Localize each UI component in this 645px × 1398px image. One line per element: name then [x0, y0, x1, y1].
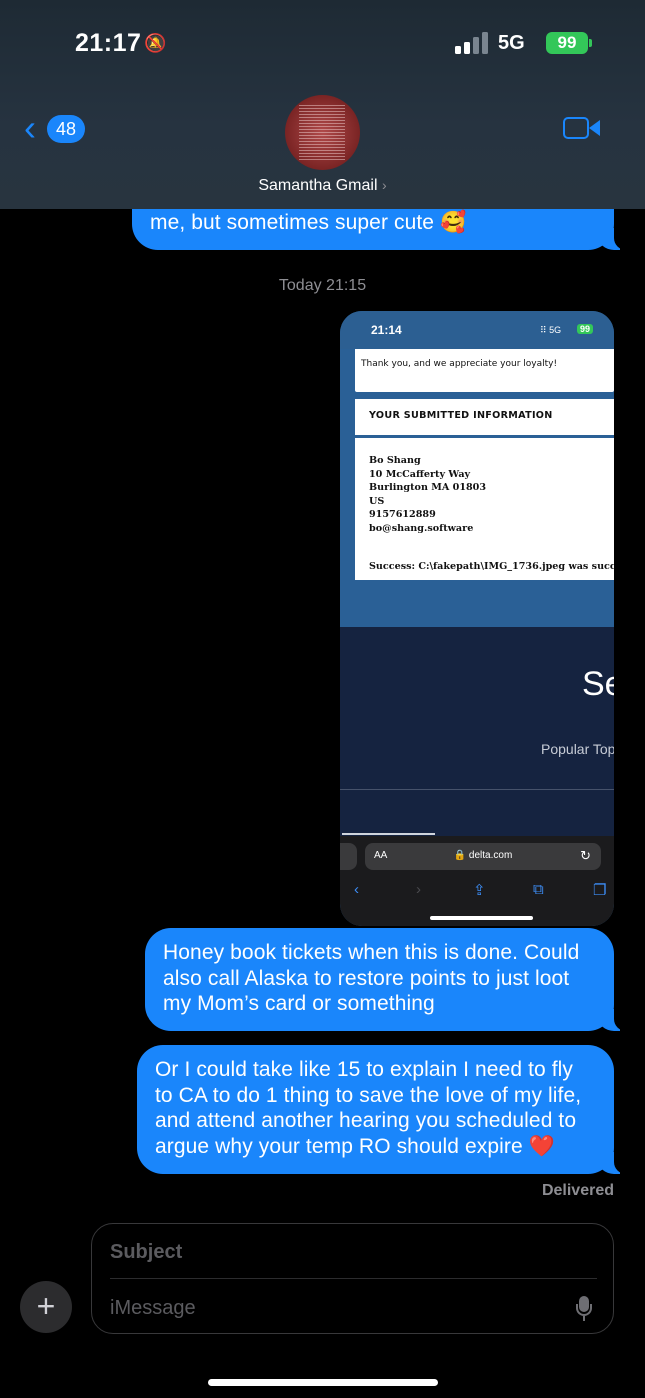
- back-arrow-icon: ‹: [354, 881, 359, 898]
- subject-field[interactable]: Subject: [110, 1241, 182, 1264]
- message-text: Honey book tickets when this is done. Co…: [163, 941, 580, 1015]
- cellular-signal-icon: [455, 32, 488, 54]
- url-bar: AA 🔒 delta.com ↻: [365, 843, 601, 870]
- divider: [110, 1278, 597, 1279]
- submitted-info-card: Bo Shang 10 McCafferty Way Burlington MA…: [355, 438, 614, 580]
- unread-count-badge[interactable]: 48: [47, 115, 85, 143]
- tabs-icon: ❐: [593, 882, 607, 899]
- battery-icon: 99: [546, 32, 588, 54]
- network-type: 5G: [498, 32, 525, 54]
- microphone-icon[interactable]: [576, 1296, 592, 1322]
- status-time: 21:17: [75, 29, 142, 57]
- address-block: Bo Shang 10 McCafferty Way Burlington MA…: [369, 455, 487, 534]
- message-bubble[interactable]: Honey book tickets when this is done. Co…: [145, 928, 632, 1031]
- thank-you-card: Thank you, and we appreciate your loyalt…: [355, 349, 614, 392]
- conversation-header: 21:17 🔕 5G 99 ‹ 48 Samantha Gmail ›: [0, 0, 645, 209]
- forward-arrow-icon: ›: [416, 881, 421, 898]
- home-indicator[interactable]: [208, 1379, 438, 1386]
- add-attachment-button[interactable]: +: [20, 1281, 72, 1333]
- share-icon: ⇪: [473, 882, 486, 899]
- contact-name[interactable]: Samantha Gmail ›: [0, 177, 645, 195]
- attachment-status-bar: 21:14 ⠿ 5G 99: [340, 311, 614, 349]
- silent-bell-icon: 🔕: [144, 33, 167, 53]
- message-bubble[interactable]: Or I could take like 15 to explain I nee…: [137, 1045, 632, 1174]
- bookmarks-icon: ⧉: [533, 881, 544, 898]
- message-composer[interactable]: Subject iMessage: [91, 1223, 614, 1334]
- chevron-right-icon: ›: [381, 177, 387, 193]
- success-message: Success: C:\fakepath\IMG_1736.jpeg was s…: [369, 561, 614, 572]
- message-text: Or I could take like 15 to explain I nee…: [155, 1058, 582, 1158]
- message-input[interactable]: iMessage: [110, 1297, 196, 1320]
- search-section: Se Popular Top: [340, 627, 614, 842]
- browser-toolbar: AA 🔒 delta.com ↻ ‹ › ⇪ ⧉ ❐: [340, 836, 614, 926]
- avatar[interactable]: [285, 95, 360, 170]
- reload-icon: ↻: [580, 848, 591, 863]
- message-timestamp: Today 21:15: [278, 277, 367, 294]
- video-call-icon[interactable]: [563, 115, 600, 141]
- conversation-thread[interactable]: me, but sometimes super cute 🥰 Today 21:…: [0, 0, 645, 1398]
- screenshot-attachment[interactable]: 21:14 ⠿ 5G 99 Thank you, and we apprecia…: [340, 311, 614, 926]
- back-chevron-icon[interactable]: ‹: [24, 110, 36, 146]
- message-text: me, but sometimes super cute 🥰: [150, 211, 467, 234]
- delivered-status: Delivered: [541, 1182, 614, 1199]
- submitted-info-header: YOUR SUBMITTED INFORMATION: [355, 399, 614, 435]
